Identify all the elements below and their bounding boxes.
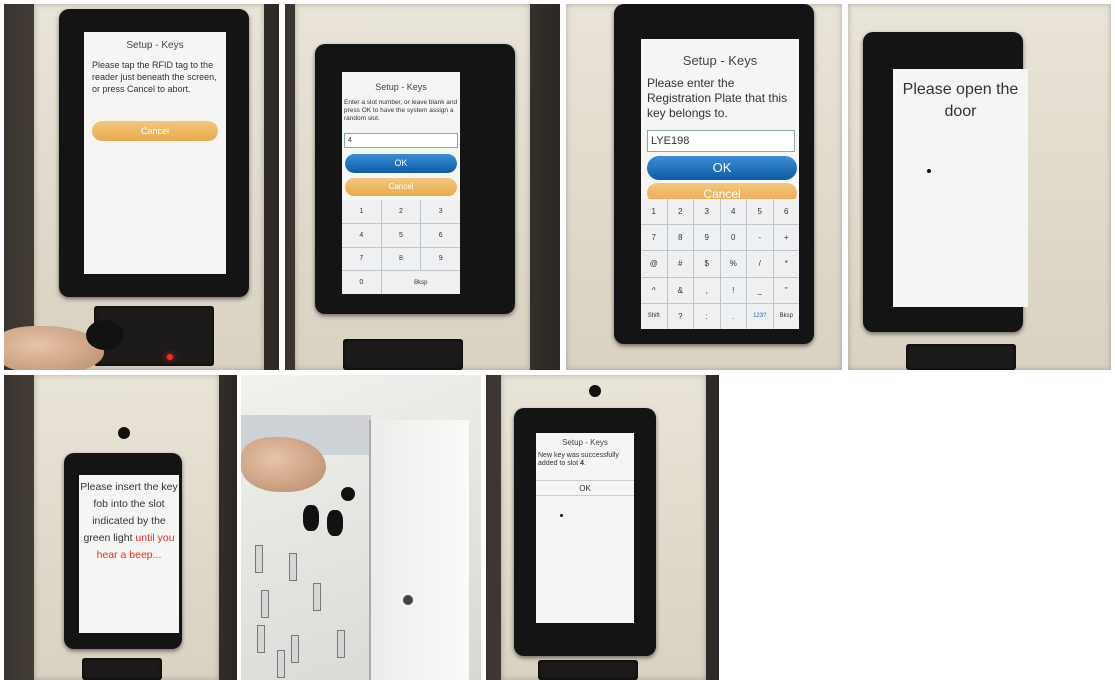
photo-open-door: Please open the door bbox=[848, 4, 1111, 370]
touch-screen: Setup - Keys Please enter the Registrati… bbox=[641, 39, 799, 329]
cancel-button[interactable]: Cancel bbox=[92, 121, 218, 141]
key-0[interactable]: 0 bbox=[342, 271, 381, 294]
key-6[interactable]: 6 bbox=[773, 199, 799, 225]
key-2[interactable]: 2 bbox=[667, 199, 693, 225]
key-slot bbox=[289, 553, 297, 581]
registration-plate-input[interactable]: LYE198 bbox=[647, 130, 795, 152]
reader-led bbox=[167, 354, 173, 360]
key-question[interactable]: ? bbox=[667, 303, 693, 329]
key-8[interactable]: 8 bbox=[667, 225, 693, 251]
key-slot bbox=[337, 630, 345, 658]
success-text-prefix: New key was successfully added to slot bbox=[538, 452, 619, 467]
numeric-keypad: 1 2 3 4 5 6 7 8 9 0 Bksp bbox=[342, 200, 460, 294]
key-slash[interactable]: / bbox=[747, 251, 773, 277]
key-slot bbox=[291, 635, 299, 663]
key-period[interactable]: . bbox=[720, 303, 746, 329]
key-3[interactable]: 3 bbox=[694, 199, 720, 225]
symbol-keyboard: 1 2 3 4 5 6 7 8 9 0 - + @ # $ % / * ^ & … bbox=[641, 199, 799, 329]
rfid-fob bbox=[86, 320, 124, 350]
cabinet-door[interactable] bbox=[369, 420, 469, 680]
screen-title: Setup - Keys bbox=[562, 438, 608, 447]
key-caret[interactable]: ^ bbox=[641, 277, 667, 303]
camera-hole bbox=[118, 427, 130, 439]
key-ampersand[interactable]: & bbox=[667, 277, 693, 303]
key-1[interactable]: 1 bbox=[342, 200, 381, 223]
key-plus[interactable]: + bbox=[773, 225, 799, 251]
instruction-text: Please open the door bbox=[902, 81, 1019, 120]
key-7[interactable]: 7 bbox=[641, 225, 667, 251]
slot-number-input[interactable]: 4 bbox=[344, 133, 458, 148]
screen-title: Setup - Keys bbox=[682, 53, 758, 68]
key-dollar[interactable]: $ bbox=[694, 251, 720, 277]
ok-button[interactable]: OK bbox=[536, 480, 634, 496]
rfid-reader bbox=[538, 660, 638, 680]
key-slot bbox=[313, 583, 321, 611]
key-backspace[interactable]: Bksp bbox=[381, 271, 460, 294]
photo-slot-number: Setup - Keys Enter a slot number, or lea… bbox=[285, 4, 560, 370]
camera-hole bbox=[589, 385, 601, 397]
success-text-suffix: . bbox=[583, 460, 586, 467]
key-asterisk[interactable]: * bbox=[773, 251, 799, 277]
photo-key-added: Setup - Keys New key was successfully ad… bbox=[486, 375, 719, 680]
cancel-button[interactable]: Cancel bbox=[345, 178, 457, 196]
screen-title: Setup - Keys bbox=[375, 82, 427, 92]
screen-title: Setup - Keys bbox=[126, 40, 184, 51]
key-fob bbox=[303, 505, 319, 531]
key-2[interactable]: 2 bbox=[381, 200, 421, 223]
rfid-reader bbox=[343, 339, 463, 370]
key-slot bbox=[257, 625, 265, 653]
touch-screen: Please insert the key fob into the slot … bbox=[79, 475, 179, 633]
key-comma[interactable]: , bbox=[694, 277, 720, 303]
key-3[interactable]: 3 bbox=[421, 200, 460, 223]
key-9[interactable]: 9 bbox=[694, 225, 720, 251]
key-4[interactable]: 4 bbox=[720, 199, 746, 225]
key-backspace[interactable]: Bksp bbox=[773, 303, 799, 329]
key-colon[interactable]: : bbox=[694, 303, 720, 329]
instruction-text: Please enter the Registration Plate that… bbox=[647, 76, 788, 120]
instruction-text: Please tap the RFID tag to the reader ju… bbox=[92, 60, 217, 94]
key-slot bbox=[277, 650, 285, 678]
key-exclamation[interactable]: ! bbox=[720, 277, 746, 303]
touch-screen: Setup - Keys Please tap the RFID tag to … bbox=[84, 32, 226, 274]
key-1[interactable]: 1 bbox=[641, 199, 667, 225]
key-9[interactable]: 9 bbox=[421, 247, 460, 271]
key-quote[interactable]: " bbox=[773, 277, 799, 303]
ok-button[interactable]: OK bbox=[647, 156, 797, 180]
ok-button[interactable]: OK bbox=[345, 154, 457, 173]
key-5[interactable]: 5 bbox=[381, 223, 421, 247]
rfid-reader bbox=[82, 658, 162, 680]
touch-screen: Setup - Keys Enter a slot number, or lea… bbox=[342, 72, 460, 294]
key-4[interactable]: 4 bbox=[342, 223, 381, 247]
door-lock bbox=[403, 595, 413, 605]
touch-screen: Please open the door bbox=[893, 69, 1028, 307]
photo-tap-rfid: Setup - Keys Please tap the RFID tag to … bbox=[4, 4, 279, 370]
key-hash[interactable]: # bbox=[667, 251, 693, 277]
key-fob bbox=[327, 510, 343, 536]
key-minus[interactable]: - bbox=[747, 225, 773, 251]
key-5[interactable]: 5 bbox=[747, 199, 773, 225]
cursor-dot bbox=[927, 169, 931, 173]
key-8[interactable]: 8 bbox=[381, 247, 421, 271]
key-fob bbox=[341, 487, 355, 501]
success-text: New key was successfully added to slot 4… bbox=[538, 452, 632, 468]
photo-registration-plate: Setup - Keys Please enter the Registrati… bbox=[566, 4, 842, 370]
key-at[interactable]: @ bbox=[641, 251, 667, 277]
instruction-text: Please insert the key fob into the slot … bbox=[80, 479, 178, 564]
touch-screen: Setup - Keys New key was successfully ad… bbox=[536, 433, 634, 623]
key-percent[interactable]: % bbox=[720, 251, 746, 277]
key-slot bbox=[261, 590, 269, 618]
key-shift[interactable]: Shift bbox=[641, 303, 667, 329]
key-underscore[interactable]: _ bbox=[747, 277, 773, 303]
key-slot bbox=[255, 545, 263, 573]
rfid-reader bbox=[906, 344, 1016, 370]
instruction-text: Enter a slot number, or leave blank and … bbox=[344, 99, 458, 122]
key-0[interactable]: 0 bbox=[720, 225, 746, 251]
key-7[interactable]: 7 bbox=[342, 247, 381, 271]
photo-insert-fob: Please insert the key fob into the slot … bbox=[4, 375, 237, 680]
cursor-dot bbox=[560, 514, 563, 517]
key-6[interactable]: 6 bbox=[421, 223, 460, 247]
key-123-toggle[interactable]: 123? bbox=[747, 303, 773, 329]
photo-key-cabinet bbox=[241, 375, 481, 680]
